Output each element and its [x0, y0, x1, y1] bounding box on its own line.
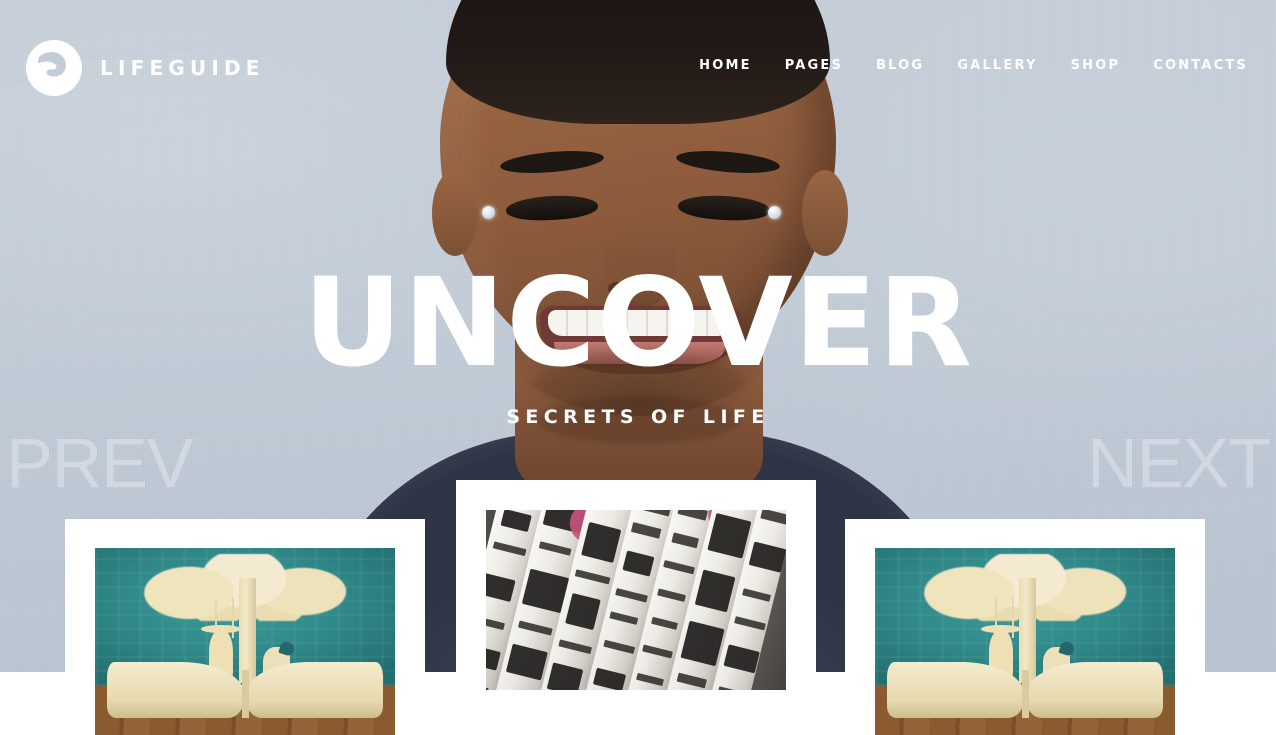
page-root: UNCOVER SECRETS OF LIFE LIFEGUIDE HOME P…	[0, 0, 1276, 735]
main-navigation: HOME PAGES BLOG GALLERY SHOP CONTACTS	[699, 40, 1248, 73]
book-art-spine	[242, 669, 250, 719]
nav-item-home[interactable]: HOME	[699, 58, 752, 73]
book-art-pages-left	[107, 662, 245, 719]
book-art-spine-right	[1022, 669, 1030, 719]
book-art-trunk	[239, 577, 256, 683]
nav-item-shop[interactable]: SHOP	[1071, 58, 1121, 73]
newspapers-illustration	[486, 510, 786, 690]
post-card-right[interactable]	[845, 519, 1205, 735]
post-card-center[interactable]	[456, 480, 816, 735]
lifeguide-logo-icon	[26, 40, 82, 96]
post-thumbnail-right	[875, 548, 1175, 735]
book-art-illustration	[95, 548, 395, 735]
book-art-pages-left-right	[887, 662, 1025, 719]
brand-name: LIFEGUIDE	[100, 56, 265, 80]
post-thumbnail-left	[95, 548, 395, 735]
nav-item-pages[interactable]: PAGES	[785, 58, 843, 73]
book-art-trunk-right	[1019, 577, 1036, 683]
site-header: LIFEGUIDE HOME PAGES BLOG GALLERY SHOP C…	[0, 0, 1276, 136]
nav-item-contacts[interactable]: CONTACTS	[1153, 58, 1248, 73]
nav-item-blog[interactable]: BLOG	[876, 58, 924, 73]
post-card-left[interactable]	[65, 519, 425, 735]
book-art-pages-right-right	[1025, 662, 1163, 719]
book-art-illustration-right	[875, 548, 1175, 735]
nav-item-gallery[interactable]: GALLERY	[957, 58, 1037, 73]
book-art-pages-right	[245, 662, 383, 719]
brand-logo[interactable]: LIFEGUIDE	[26, 40, 265, 96]
post-thumbnail-center	[486, 510, 786, 690]
